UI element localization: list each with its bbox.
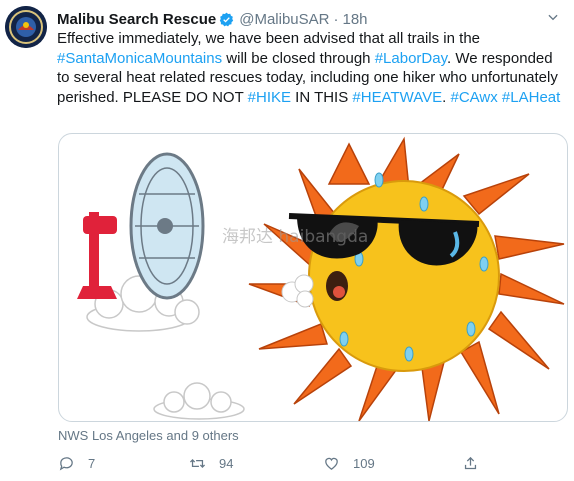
hashtag-link[interactable]: #CAwx (451, 89, 498, 106)
tweet-timestamp[interactable]: 18h (343, 11, 368, 28)
heat-sun-illustration: 海邦达 haibangda (77, 136, 565, 421)
reply-icon (59, 457, 73, 471)
breath-puff (281, 274, 314, 308)
retweet-button[interactable]: 94 (189, 455, 233, 472)
tweet-actions: 7 94 109 (58, 455, 518, 475)
retweet-icon (189, 459, 206, 468)
tweet-header: Malibu Search Rescue @MalibuSAR · 18h (57, 8, 564, 30)
share-icon (464, 456, 477, 470)
hashtag-link[interactable]: #HEATWAVE (352, 89, 442, 106)
cloud-bottom (153, 382, 245, 420)
tweet-text-segment: IN THIS (291, 88, 353, 106)
like-icon (325, 457, 338, 470)
author-name[interactable]: Malibu Search Rescue (57, 11, 216, 28)
watermark: 海邦达 haibangda (222, 222, 368, 247)
hashtag-link[interactable]: #LaborDay (375, 50, 447, 67)
separator-dot: · (333, 10, 339, 28)
tweet-text: Effective immediately, we have been advi… (57, 29, 562, 107)
malibu-sar-logo (5, 6, 47, 48)
tweet-text-segment: will be closed through (222, 49, 375, 67)
hashtag-link[interactable]: #LAHeat (502, 89, 560, 106)
tweet-text-segment: Effective immediately, we have been advi… (57, 30, 481, 47)
watermark-text: 海邦达 haibangda (222, 227, 368, 247)
tweet-image[interactable]: 海邦达 haibangda (58, 133, 568, 422)
share-button[interactable] (462, 455, 492, 472)
hashtag-link[interactable]: #HIKE (248, 89, 291, 106)
reply-count: 7 (88, 456, 96, 471)
author-handle[interactable]: @MalibuSAR (239, 11, 329, 28)
avatar[interactable] (5, 6, 47, 48)
liked-by[interactable]: NWS Los Angeles and 9 others (58, 428, 239, 443)
verified-icon (220, 12, 234, 26)
retweet-count: 94 (219, 456, 234, 471)
like-button[interactable]: 109 (323, 455, 375, 472)
hashtag-link[interactable]: #SantaMonicaMountains (57, 50, 222, 67)
like-count: 109 (353, 456, 375, 471)
reply-button[interactable]: 7 (58, 455, 95, 472)
chevron-down-icon[interactable] (546, 10, 560, 24)
tweet-text-segment: . (442, 88, 451, 106)
